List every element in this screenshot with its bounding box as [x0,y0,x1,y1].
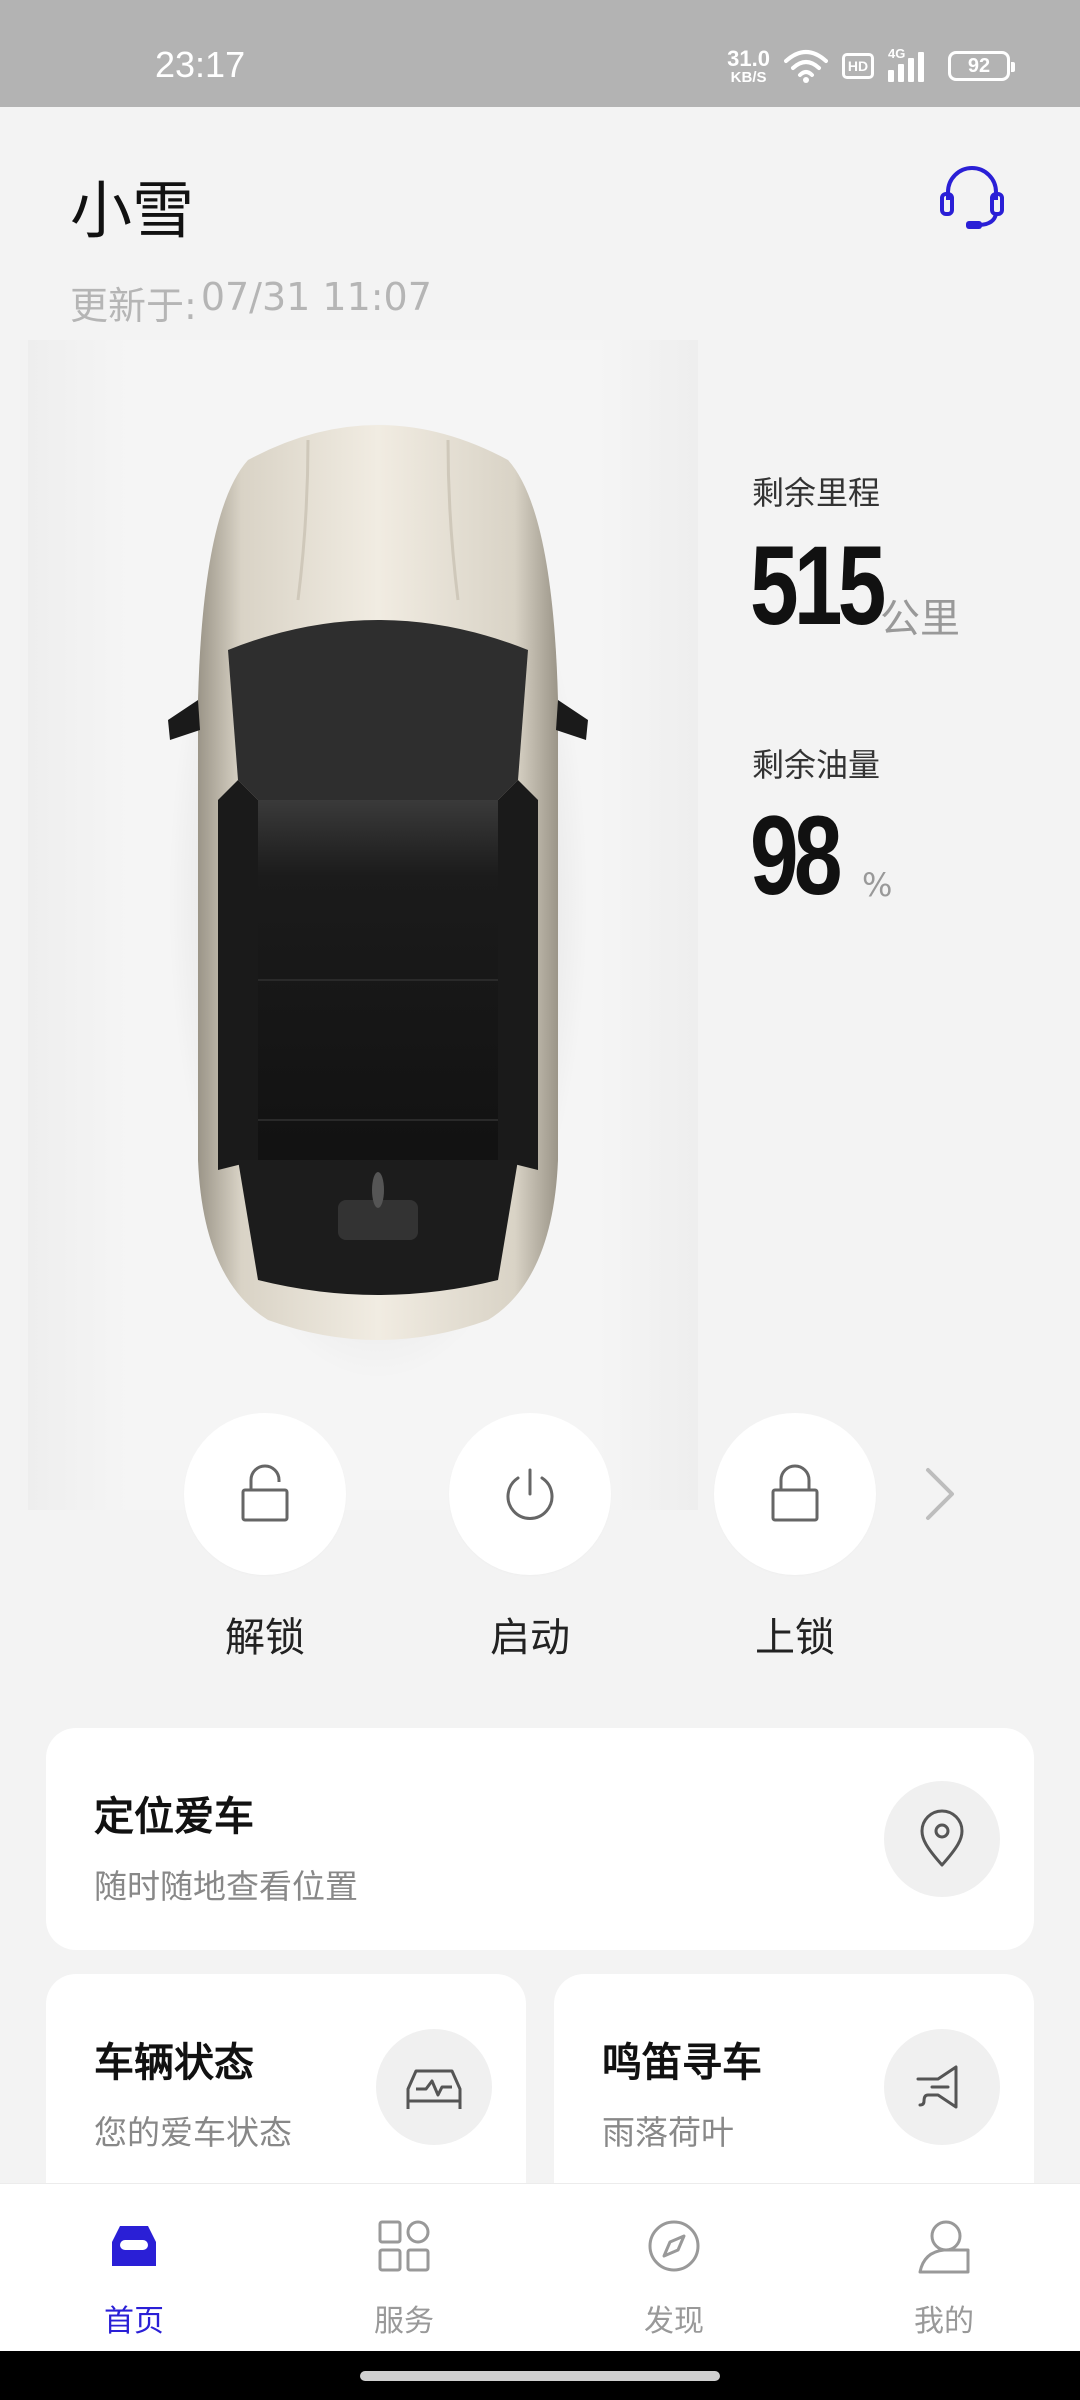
range-label: 剩余里程 [752,474,881,512]
nav-discover[interactable]: 发现 [574,2184,774,2352]
nav-services-label: 服务 [374,2304,434,2339]
location-icon-wrap [884,1781,1000,1897]
car-status-icon-wrap [376,2029,492,2145]
bottom-navigation: 首页 服务 发现 我的 [0,2183,1080,2351]
fuel-label: 剩余油量 [752,746,881,784]
lock-icon [771,1464,819,1522]
update-time: 07/31 11:07 [200,275,432,319]
fuel-unit: % [862,866,893,904]
home-gesture-pill[interactable] [360,2371,720,2381]
nav-services[interactable]: 服务 [304,2184,504,2352]
honk-card-title: 鸣笛寻车 [602,2040,762,2086]
horn-icon [916,2065,958,2109]
grid-icon [378,2220,430,2272]
honk-find-car-card[interactable]: 鸣笛寻车 雨落荷叶 [554,1974,1034,2214]
unlock-label: 解锁 [225,1615,305,1661]
update-time-row: 更新于: 07/31 11:07 [70,275,432,330]
status-card-title: 车辆状态 [94,2040,254,2086]
car-name[interactable]: 小雪 [70,160,194,250]
vehicle-status-card[interactable]: 车辆状态 您的爱车状态 [46,1974,526,2214]
power-icon [506,1468,554,1520]
status-card-subtitle: 您的爱车状态 [94,2113,292,2152]
start-button[interactable] [449,1413,611,1575]
more-actions-arrow-icon[interactable] [918,1462,962,1526]
signal-icon: 4G [888,46,934,82]
start-label: 启动 [490,1615,570,1661]
nav-home-label: 首页 [104,2304,164,2339]
nav-profile-label: 我的 [914,2304,974,2339]
network-type: 4G [888,46,906,61]
car-top-view-image [168,420,588,1380]
range-value: 515 [750,523,886,648]
car-display-area [28,340,698,1510]
nav-discover-label: 发现 [644,2304,704,2339]
battery-indicator: 92 [948,51,1015,81]
location-pin-icon [920,1809,964,1867]
unlock-button[interactable] [184,1413,346,1575]
lock-label: 上锁 [755,1615,835,1661]
range-unit: 公里 [880,596,960,642]
net-speed-unit: KB/S [730,68,767,86]
customer-support-button[interactable] [936,160,1008,232]
net-speed: 31.0 KB/S [727,45,770,86]
wifi-icon [784,50,828,83]
hd-badge: HD [842,53,874,79]
lock-button[interactable] [714,1413,876,1575]
update-label: 更新于: [70,284,197,328]
horn-icon-wrap [884,2029,1000,2145]
net-speed-value: 31.0 [727,45,770,71]
system-gesture-area [0,2351,1080,2400]
car-status-icon [406,2069,462,2109]
headset-icon [940,166,1004,229]
unlock-icon [241,1464,289,1522]
status-icons: 31.0 KB/S HD 4G 92 [727,45,1015,86]
profile-icon [918,2220,970,2274]
locate-car-card[interactable]: 定位爱车 随时随地查看位置 [46,1728,1034,1950]
locate-card-title: 定位爱车 [94,1794,254,1840]
fuel-value: 98 [750,793,842,918]
honk-card-subtitle: 雨落荷叶 [602,2113,734,2152]
status-time: 23:17 [155,44,246,85]
nav-home[interactable]: 首页 [34,2184,234,2352]
nav-profile[interactable]: 我的 [844,2184,1044,2352]
compass-icon [648,2220,700,2272]
home-car-icon [112,2226,156,2266]
status-bar: 23:17 31.0 KB/S HD 4G 92 [0,0,1080,107]
locate-card-subtitle: 随时随地查看位置 [94,1867,358,1906]
